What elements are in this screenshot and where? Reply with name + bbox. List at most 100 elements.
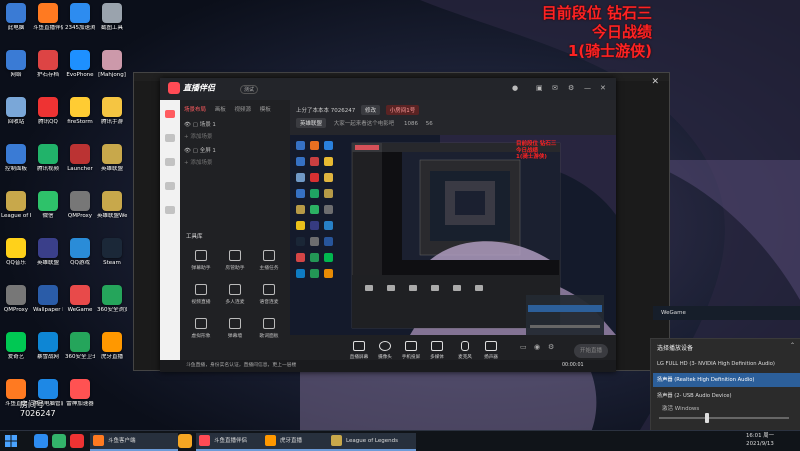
- desktop-icon-label: 360安全浏览器: [97, 307, 127, 313]
- chrome-icon[interactable]: [178, 434, 192, 448]
- game-category-chip[interactable]: 英雄联盟: [296, 118, 327, 128]
- user-icon[interactable]: [165, 182, 175, 190]
- desktop-icon[interactable]: fireStorm: [65, 97, 95, 125]
- desktop-icon[interactable]: League of Legends: [1, 191, 31, 219]
- desktop-icon[interactable]: 爱奇艺: [1, 332, 31, 360]
- room-title: 上分了本本本 7026247: [296, 108, 356, 114]
- desktop-icon[interactable]: Steam: [97, 238, 127, 266]
- screen-capture-button[interactable]: 直播屏幕: [346, 341, 372, 360]
- settings-icon[interactable]: ⚙: [548, 343, 554, 351]
- start-live-button[interactable]: 开始直播: [574, 344, 608, 358]
- windows-start-icon[interactable]: [4, 434, 18, 448]
- desktop-icon[interactable]: QQ音乐: [1, 238, 31, 266]
- tool-button[interactable]: 虚拟形象: [186, 318, 216, 339]
- live-preview[interactable]: 目前段位 钻石三 今日战绩 1(骑士游侠): [290, 135, 616, 335]
- taskbar-app-label: 斗鱼直播伴侣: [214, 438, 248, 444]
- home-icon[interactable]: [165, 110, 175, 118]
- desktop-icon[interactable]: 网络: [1, 50, 31, 78]
- media-button[interactable]: 多媒体: [424, 341, 450, 360]
- minimize-icon[interactable]: —: [584, 84, 591, 92]
- audio-device-option-selected[interactable]: 扬声器 (Realtek High Definition Audio): [653, 373, 800, 387]
- close-icon[interactable]: ✕: [600, 84, 606, 92]
- taskbar-app-league[interactable]: League of Legends: [328, 433, 416, 451]
- audio-device-option[interactable]: LG FULL HD (3- NVIDIA High Definition Au…: [653, 357, 800, 371]
- desktop-icon[interactable]: QMProxy: [65, 191, 95, 219]
- desktop-icon[interactable]: QMProxy: [1, 285, 31, 313]
- tool-label: 弹幕助手: [191, 266, 211, 271]
- desktop-icon[interactable]: Wallpaper Engine: [33, 285, 63, 313]
- desktop-icon[interactable]: WeGame: [65, 285, 95, 313]
- desktop-icon-label: 护石存档: [36, 72, 59, 78]
- scene-add-item[interactable]: + 添加场景: [184, 158, 212, 166]
- desktop-icon[interactable]: Launcher: [65, 144, 95, 172]
- desktop-icon[interactable]: EvoPhone: [65, 50, 95, 78]
- gift-icon[interactable]: [165, 158, 175, 166]
- tool-button[interactable]: 主播任务: [254, 250, 284, 271]
- tool-button[interactable]: 弹幕墙: [220, 318, 250, 339]
- chart-icon[interactable]: [165, 206, 175, 214]
- audio-device-option[interactable]: 扬声器 (2- USB Audio Device): [653, 389, 800, 403]
- desktop-icon[interactable]: 护石存档: [33, 50, 63, 78]
- tool-button[interactable]: 语音连麦: [254, 284, 284, 305]
- record-icon[interactable]: ▭: [520, 343, 527, 351]
- desktop-icon[interactable]: 暴雪战网: [33, 332, 63, 360]
- desktop-icon[interactable]: [Mahjong]: [97, 50, 127, 78]
- desktop-icon[interactable]: 2345加速浏览器: [65, 3, 95, 31]
- desktop-icon[interactable]: 360安全浏览器: [97, 285, 127, 313]
- desktop-icon[interactable]: QQ游戏: [65, 238, 95, 266]
- tool-button[interactable]: 多人连麦: [220, 284, 250, 305]
- tool-button[interactable]: 歌词面板: [254, 318, 284, 339]
- desktop-icon[interactable]: 英雄联盟: [97, 144, 127, 172]
- search-icon[interactable]: [34, 434, 48, 448]
- desktop-icon[interactable]: 腾讯手游: [97, 97, 127, 125]
- desktop-icon[interactable]: 此电脑: [1, 3, 31, 31]
- close-icon[interactable]: ✕: [651, 77, 659, 87]
- tool-button[interactable]: 弹幕助手: [186, 250, 216, 271]
- shop-icon[interactable]: ▣: [536, 84, 543, 92]
- taskbar-app-douyu-client[interactable]: 斗鱼客户端: [90, 433, 178, 451]
- mail-icon[interactable]: ✉: [552, 84, 558, 92]
- desktop-icon[interactable]: 360安全卫士: [65, 332, 95, 360]
- taskbar-app-icon[interactable]: [52, 434, 66, 448]
- tab-video-source[interactable]: 视频源: [235, 107, 252, 113]
- scene-add-item[interactable]: + 添加场景: [184, 132, 212, 140]
- settings-icon[interactable]: ⚙: [568, 84, 574, 92]
- desktop-icon[interactable]: 虎牙直播: [97, 332, 127, 360]
- camera-button[interactable]: 摄像头: [372, 341, 398, 360]
- avatar[interactable]: ●: [512, 84, 518, 92]
- fan-count: 56: [425, 121, 433, 127]
- preview-panel: 上分了本本本 7026247 修改 小房间1号 英雄联盟 大家一起来看这个电影吧…: [290, 100, 616, 372]
- game-icon: [70, 238, 90, 258]
- scene-item-label: 场景 1: [199, 122, 216, 128]
- scene-item[interactable]: 👁 ▢ 全屏 1: [184, 146, 216, 154]
- tool-button[interactable]: 房管助手: [220, 250, 250, 271]
- tool-button[interactable]: 视频直播: [186, 284, 216, 305]
- tab-artboard[interactable]: 画板: [215, 107, 226, 113]
- desktop-icon[interactable]: 截图工具: [97, 3, 127, 31]
- taskbar-app-icon[interactable]: [70, 434, 84, 448]
- desktop-icon[interactable]: 微信: [33, 191, 63, 219]
- volume-slider[interactable]: [659, 417, 789, 419]
- eye-icon[interactable]: ◉: [534, 343, 540, 351]
- phone-cast-button[interactable]: 手机投屏: [398, 341, 424, 360]
- desktop-icon[interactable]: 斗鱼直播伴侣: [33, 3, 63, 31]
- chevron-up-icon[interactable]: ⌃: [790, 342, 795, 349]
- microphone-button[interactable]: 麦克风: [452, 341, 478, 360]
- room-info-row: 英雄联盟 大家一起来看这个电影吧 1086 56: [296, 118, 433, 128]
- volume-slider-handle[interactable]: [705, 413, 709, 423]
- desktop-icon[interactable]: 英雄联盟: [33, 238, 63, 266]
- desktop-icon[interactable]: 回收站: [1, 97, 31, 125]
- wegame-bar[interactable]: WeGame: [653, 306, 800, 320]
- desktop-icon[interactable]: 雷神加速器: [65, 379, 95, 407]
- tab-template[interactable]: 模板: [260, 107, 271, 113]
- speaker-button[interactable]: 扬声器: [478, 341, 504, 360]
- desktop-icon[interactable]: 英雄联盟WeGame版: [97, 191, 127, 219]
- taskbar-clock[interactable]: 16:01 周一 2021/9/13: [746, 432, 774, 448]
- layers-icon[interactable]: [165, 134, 175, 142]
- edit-room-button[interactable]: 修改: [361, 105, 381, 115]
- desktop-icon[interactable]: 腾讯QQ: [33, 97, 63, 125]
- desktop-icon[interactable]: 控制面板: [1, 144, 31, 172]
- desktop-icon[interactable]: 腾讯视频: [33, 144, 63, 172]
- scene-item[interactable]: 👁 ▢ 场景 1: [184, 120, 216, 128]
- tab-scene-layout[interactable]: 场景布局: [184, 107, 206, 113]
